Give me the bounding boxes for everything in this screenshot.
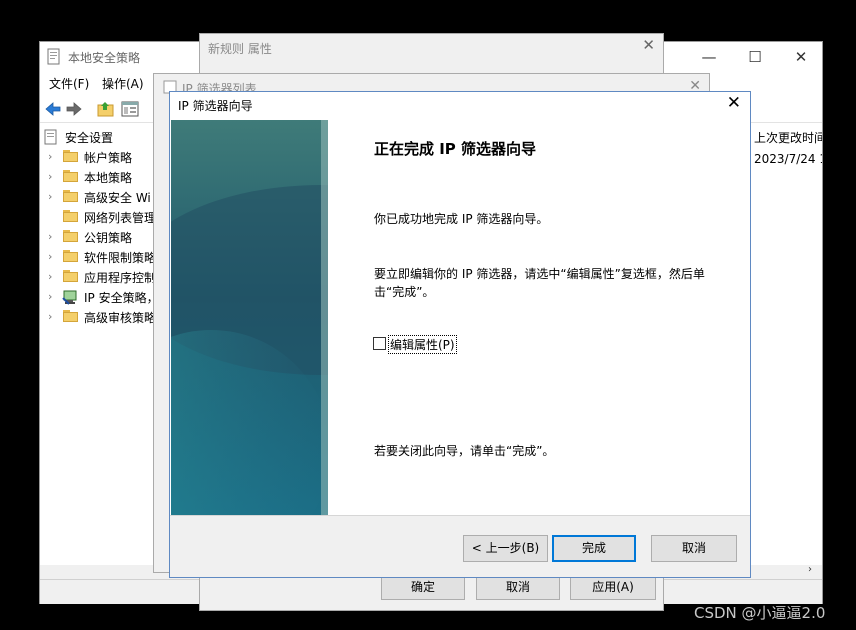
- chevron-right-icon[interactable]: ›: [48, 270, 52, 283]
- scroll-right-icon[interactable]: ›: [808, 564, 812, 575]
- window-title: 新规则 属性: [208, 42, 272, 56]
- details-pane: 上次更改时间 2023/7/24 1: [750, 124, 822, 579]
- tree-item-app-control[interactable]: › 应用程序控制: [40, 267, 154, 287]
- back-button[interactable]: < 上一步(B): [463, 535, 548, 562]
- wizard-banner-image: [171, 120, 328, 516]
- folder-icon: [63, 150, 78, 162]
- cancel-button[interactable]: 取消: [651, 535, 737, 562]
- chevron-right-icon[interactable]: ›: [48, 190, 52, 203]
- menu-file[interactable]: 文件(F): [49, 75, 89, 92]
- watermark: CSDN @小逼逼2.0: [694, 604, 826, 622]
- folder-icon: [63, 210, 78, 222]
- close-icon[interactable]: ✕: [642, 36, 655, 54]
- tree-item-advanced-firewall[interactable]: › 高级安全 Wi: [40, 187, 154, 207]
- wizard-heading: 正在完成 IP 筛选器向导: [374, 140, 537, 158]
- folder-icon: [63, 270, 78, 282]
- chevron-right-icon[interactable]: ›: [48, 250, 52, 263]
- window-title: 本地安全策略: [68, 51, 141, 65]
- tree-item-network-list[interactable]: 网络列表管理: [40, 207, 154, 227]
- tree-item-ip-security[interactable]: › IP 安全策略，: [40, 287, 154, 307]
- chevron-right-icon[interactable]: ›: [48, 230, 52, 243]
- close-icon[interactable]: ✕: [727, 93, 741, 113]
- minimize-icon[interactable]: —: [686, 42, 732, 72]
- folder-icon: [63, 170, 78, 182]
- last-modified-value: 2023/7/24 1: [754, 152, 822, 166]
- forward-arrow-icon[interactable]: [64, 99, 84, 119]
- tree-item-software-restriction[interactable]: › 软件限制策略: [40, 247, 154, 267]
- chevron-right-icon[interactable]: ›: [48, 290, 52, 303]
- tree-item-security-settings[interactable]: 安全设置: [40, 127, 154, 147]
- folder-icon: [63, 230, 78, 242]
- tree-item-local-policies[interactable]: › 本地策略: [40, 167, 154, 187]
- column-header-last-modified[interactable]: 上次更改时间: [754, 129, 822, 146]
- folder-icon: [63, 250, 78, 262]
- tree-item-advanced-audit[interactable]: › 高级审核策略: [40, 307, 154, 327]
- show-hide-tree-icon[interactable]: [120, 99, 140, 119]
- ip-security-icon: [62, 290, 77, 305]
- up-folder-icon[interactable]: [96, 99, 116, 119]
- folder-icon: [63, 310, 78, 322]
- edit-instruction-line-2: 击“完成”。: [374, 285, 435, 299]
- edit-properties-checkbox[interactable]: [373, 337, 386, 350]
- tree-item-public-key[interactable]: › 公钥策略: [40, 227, 154, 247]
- finish-button[interactable]: 完成: [552, 535, 636, 562]
- policy-app-icon: [47, 48, 60, 65]
- chevron-right-icon[interactable]: ›: [48, 150, 52, 163]
- success-text: 你已成功地完成 IP 筛选器向导。: [374, 212, 549, 226]
- console-tree: 安全设置 › 帐户策略 › 本地策略 › 高级安全 Wi 网络列表管理 › 公钥…: [40, 124, 155, 579]
- edit-instruction-line-1: 要立即编辑你的 IP 筛选器，请选中“编辑属性”复选框，然后单: [374, 267, 705, 281]
- menu-action[interactable]: 操作(A): [102, 75, 144, 92]
- dialog-title: IP 筛选器向导: [178, 99, 253, 113]
- chevron-right-icon[interactable]: ›: [48, 310, 52, 323]
- close-icon[interactable]: ✕: [778, 42, 824, 72]
- folder-icon: [63, 190, 78, 202]
- security-settings-icon: [44, 129, 57, 145]
- close-instruction: 若要关闭此向导，请单击“完成”。: [374, 444, 555, 458]
- maximize-icon[interactable]: ☐: [732, 42, 778, 72]
- edit-properties-label[interactable]: 编辑属性(P): [388, 335, 457, 354]
- ip-filter-wizard-dialog: IP 筛选器向导 ✕ 正在完成 IP 筛选器向导 你已成功地完成 IP 筛选器向…: [169, 91, 751, 578]
- chevron-right-icon[interactable]: ›: [48, 170, 52, 183]
- tree-item-account-policies[interactable]: › 帐户策略: [40, 147, 154, 167]
- back-arrow-icon[interactable]: [43, 99, 63, 119]
